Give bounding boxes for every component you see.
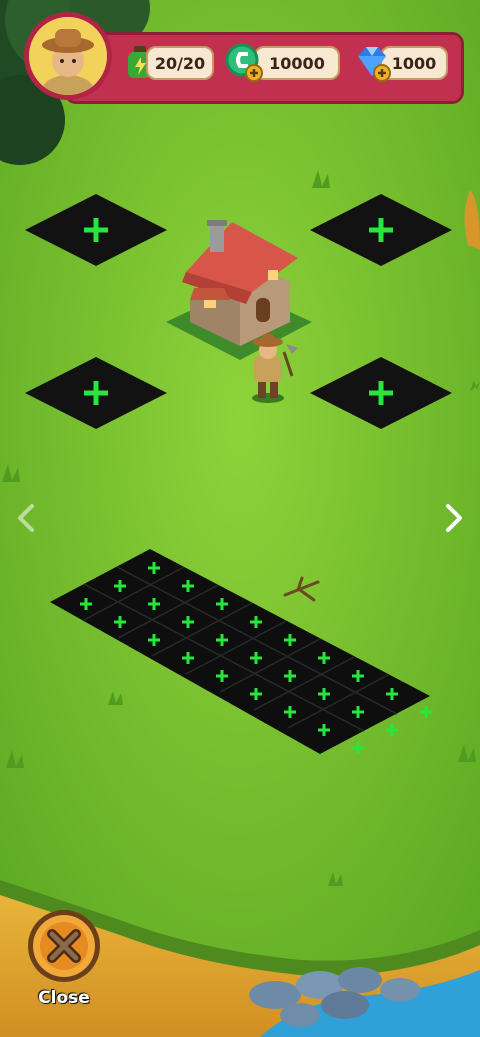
close-button[interactable]	[26, 908, 102, 984]
game-field	[0, 0, 480, 1037]
resource-hud: 20/20 10000 1000	[24, 12, 464, 108]
coin-counter: 10000	[254, 46, 340, 80]
farmer-portrait-icon	[29, 17, 107, 95]
chevron-left-icon[interactable]	[6, 498, 46, 538]
coin-icon[interactable]	[224, 42, 264, 82]
close-label: Close	[38, 988, 90, 1008]
player-avatar[interactable]	[24, 12, 112, 100]
gem-icon[interactable]	[352, 42, 392, 82]
grass-background	[0, 0, 480, 1037]
chevron-right-icon[interactable]	[434, 498, 474, 538]
energy-counter: 20/20	[146, 46, 214, 80]
